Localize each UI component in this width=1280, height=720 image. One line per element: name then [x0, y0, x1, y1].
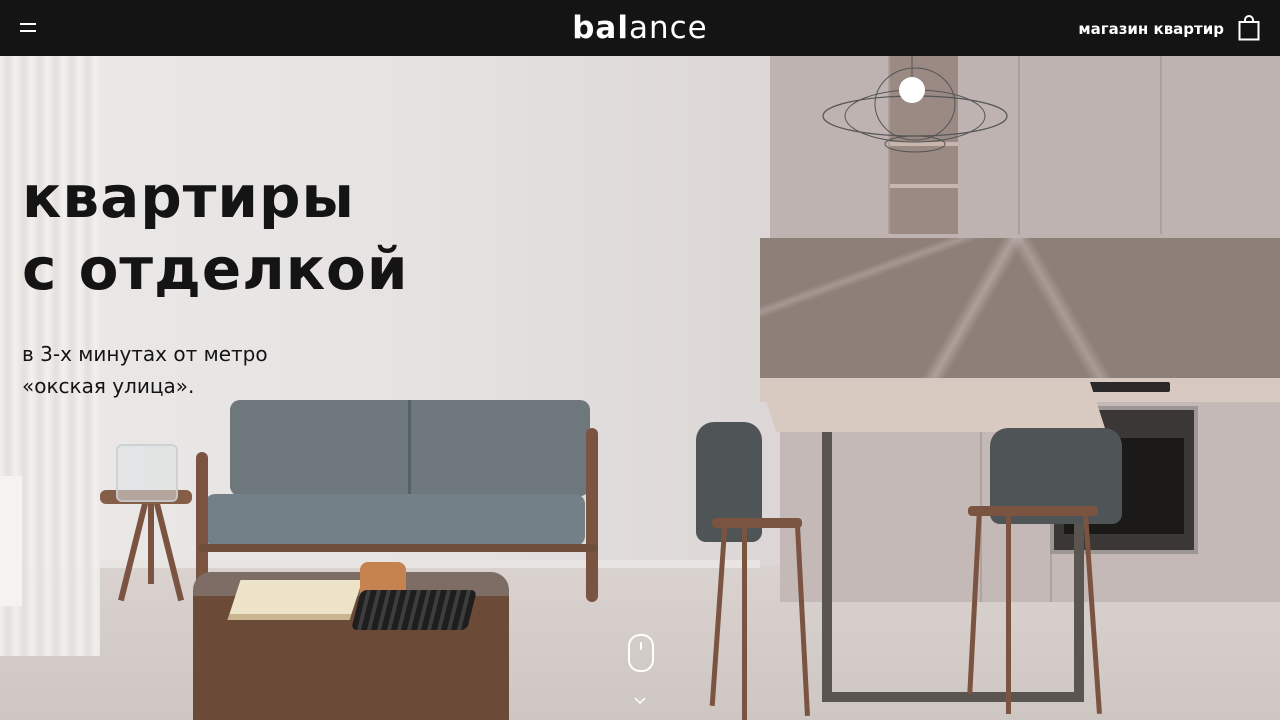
- sofa: [230, 400, 590, 496]
- pendant-lamp-icon: [822, 56, 1008, 153]
- marble-backsplash: [760, 238, 1280, 386]
- mouse-scroll-icon[interactable]: [628, 634, 654, 672]
- kitchen-island-top: [760, 382, 1107, 432]
- books: [227, 580, 363, 620]
- typewriter: [351, 590, 477, 630]
- logo-light-part: ance: [628, 10, 708, 46]
- shopping-bag-icon[interactable]: [1238, 15, 1260, 41]
- hero-title: квартиры с отделкой: [22, 163, 409, 303]
- logo-bold-part: bal: [572, 10, 629, 46]
- hero-subtitle: в 3-х минутах от метро «окская улица».: [22, 342, 268, 398]
- hero-section: квартиры с отделкой в 3-х минутах от мет…: [0, 56, 1280, 720]
- glass-vase: [116, 444, 178, 502]
- top-navigation-bar: balance магазин квартир: [0, 0, 1280, 56]
- apartment-shop-link[interactable]: магазин квартир: [1078, 19, 1224, 39]
- chevron-down-icon[interactable]: [634, 696, 646, 706]
